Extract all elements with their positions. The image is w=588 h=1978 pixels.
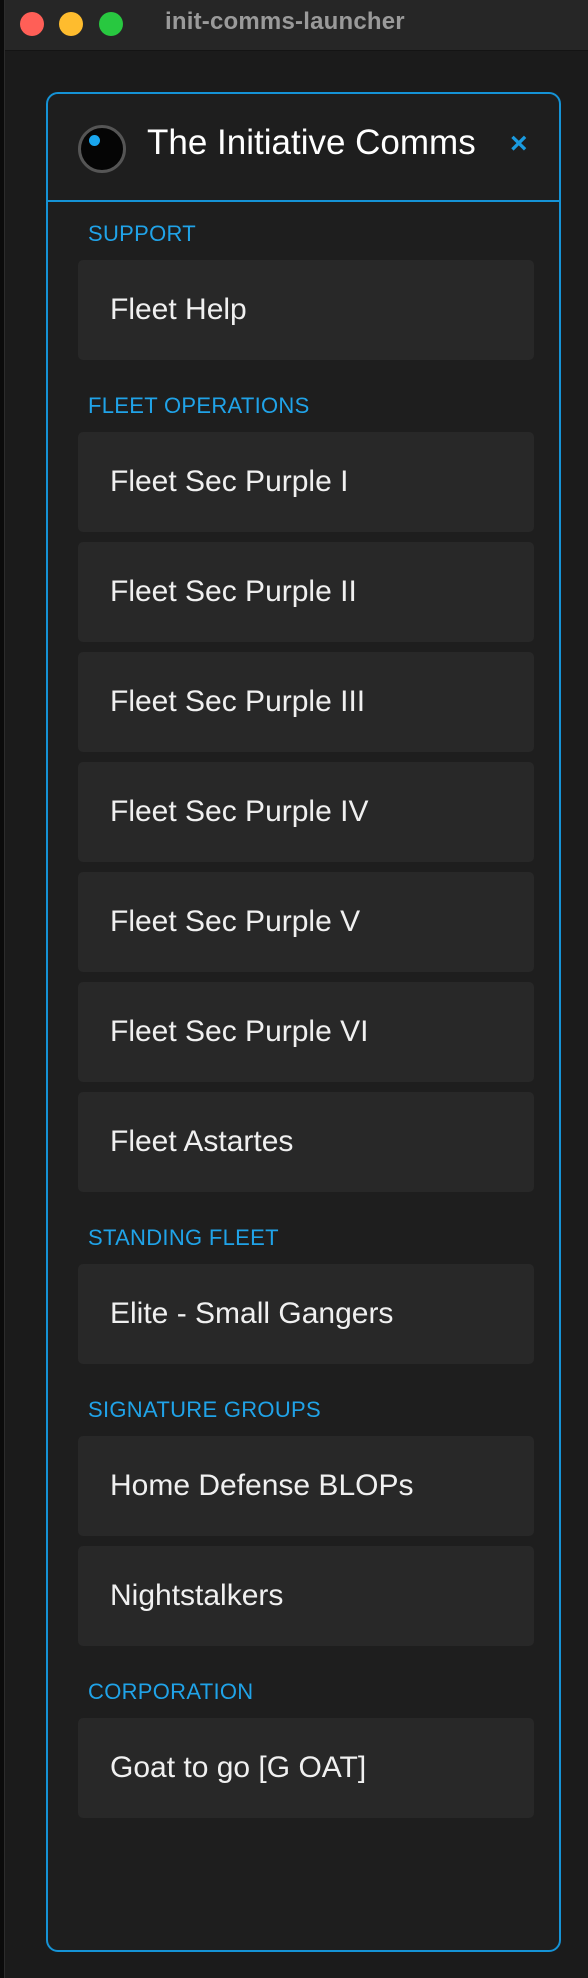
section-label: STANDING FLEET xyxy=(88,1225,279,1250)
channel-item-nightstalkers[interactable]: Nightstalkers xyxy=(78,1546,534,1646)
window-titlebar: init-comms-launcher xyxy=(5,0,588,51)
section-signature-groups: SIGNATURE GROUPS Home Defense BLOPs Nigh… xyxy=(78,1396,534,1646)
channel-item-fleet-sec-purple-6[interactable]: Fleet Sec Purple VI xyxy=(78,982,534,1082)
close-icon[interactable]: × xyxy=(510,127,528,161)
panel-title: The Initiative Comms xyxy=(147,123,476,162)
channel-item-fleet-sec-purple-2[interactable]: Fleet Sec Purple II xyxy=(78,542,534,642)
section-label: FLEET OPERATIONS xyxy=(88,393,310,418)
channel-item-fleet-sec-purple-5[interactable]: Fleet Sec Purple V xyxy=(78,872,534,972)
channel-item-fleet-sec-purple-4[interactable]: Fleet Sec Purple IV xyxy=(78,762,534,862)
window-title: init-comms-launcher xyxy=(165,8,405,35)
channel-item-goat-to-go[interactable]: Goat to go [G OAT] xyxy=(78,1718,534,1818)
section-label: SIGNATURE GROUPS xyxy=(88,1397,321,1422)
window-minimize-button[interactable] xyxy=(59,12,83,36)
channel-item-fleet-sec-purple-3[interactable]: Fleet Sec Purple III xyxy=(78,652,534,752)
logo-dot xyxy=(89,135,100,146)
initiative-logo-icon xyxy=(78,125,126,173)
channel-list: SUPPORT Fleet Help FLEET OPERATIONS Flee… xyxy=(78,220,534,1818)
app-window: init-comms-launcher The Initiative Comms… xyxy=(4,0,588,1978)
comms-panel: The Initiative Comms × SUPPORT Fleet Hel… xyxy=(46,92,561,1952)
section-corporation: CORPORATION Goat to go [G OAT] xyxy=(78,1678,534,1818)
window-close-button[interactable] xyxy=(20,12,44,36)
section-label: SUPPORT xyxy=(88,221,197,246)
section-support: SUPPORT Fleet Help xyxy=(78,220,534,360)
window-maximize-button[interactable] xyxy=(99,12,123,36)
channel-item-fleet-astartes[interactable]: Fleet Astartes xyxy=(78,1092,534,1192)
channel-item-fleet-sec-purple-1[interactable]: Fleet Sec Purple I xyxy=(78,432,534,532)
channel-item-elite-small-gangers[interactable]: Elite - Small Gangers xyxy=(78,1264,534,1364)
section-label: CORPORATION xyxy=(88,1679,254,1704)
panel-header: The Initiative Comms × xyxy=(48,94,559,202)
channel-item-fleet-help[interactable]: Fleet Help xyxy=(78,260,534,360)
section-standing-fleet: STANDING FLEET Elite - Small Gangers xyxy=(78,1224,534,1364)
channel-item-home-defense-blops[interactable]: Home Defense BLOPs xyxy=(78,1436,534,1536)
section-fleet-operations: FLEET OPERATIONS Fleet Sec Purple I Flee… xyxy=(78,392,534,1192)
